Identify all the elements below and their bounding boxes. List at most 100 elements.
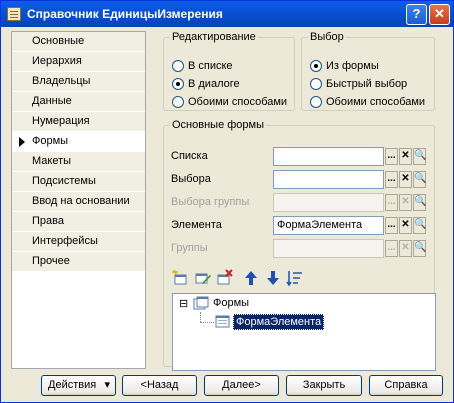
- sort-icon[interactable]: [286, 269, 304, 287]
- tab-interfaces[interactable]: Интерфейсы: [12, 232, 145, 252]
- dialog-window: Справочник ЕдиницыИзмерения ? ✕ Основные…: [0, 0, 454, 403]
- main-forms-legend: Основные формы: [172, 119, 265, 131]
- element-form-input[interactable]: ФормаЭлемента: [273, 216, 384, 235]
- radio-circle-icon: [310, 96, 322, 108]
- radio-choice-quick[interactable]: Быстрый выбор: [310, 77, 407, 91]
- section-tabs: Основные Иерархия Владельцы Данные Нумер…: [11, 31, 146, 369]
- tab-label: Ввод на основании: [32, 195, 130, 207]
- select-button: ...: [385, 240, 398, 257]
- tree-expander-icon[interactable]: ⊟: [179, 297, 188, 310]
- radio-edit-in-list[interactable]: В списке: [172, 59, 233, 73]
- group-form-field: Группы ... ✕ 🔍: [168, 239, 428, 258]
- move-up-icon[interactable]: [242, 269, 260, 287]
- tab-other[interactable]: Прочее: [12, 252, 145, 272]
- choice-legend: Выбор: [310, 31, 344, 43]
- select-button[interactable]: ...: [385, 148, 398, 165]
- field-label: Группы: [171, 242, 208, 254]
- field-label: Выбора группы: [171, 196, 250, 208]
- clear-icon[interactable]: ✕: [399, 148, 412, 165]
- radio-label: Быстрый выбор: [326, 78, 408, 90]
- tab-input-based-on[interactable]: Ввод на основании: [12, 192, 145, 212]
- radio-label: Из формы: [326, 60, 379, 72]
- close-window-button[interactable]: ✕: [429, 4, 450, 25]
- help-title-button[interactable]: ?: [406, 4, 427, 25]
- tab-label: Нумерация: [32, 115, 90, 127]
- radio-label: В диалоге: [188, 78, 240, 90]
- select-button: ...: [385, 194, 398, 211]
- tab-rights[interactable]: Права: [12, 212, 145, 232]
- active-tab-arrow-icon: [19, 137, 25, 147]
- clear-icon[interactable]: ✕: [399, 171, 412, 188]
- group-form-input: [273, 239, 384, 258]
- clear-icon[interactable]: ✕: [399, 217, 412, 234]
- tree-item-element-form[interactable]: ФормаЭлемента: [233, 314, 325, 330]
- tab-owners[interactable]: Владельцы: [12, 72, 145, 92]
- open-magnifier-icon[interactable]: 🔍: [413, 217, 426, 234]
- tree-connector: [200, 312, 201, 322]
- group-choice-form-field: Выбора группы ... ✕ 🔍: [168, 193, 428, 212]
- tab-label: Прочее: [32, 255, 70, 267]
- edit-icon[interactable]: [194, 269, 212, 287]
- editing-group: Редактирование В списке В диалоге Обоими…: [163, 31, 295, 111]
- open-magnifier-icon[interactable]: 🔍: [413, 171, 426, 188]
- radio-selected-icon: [172, 78, 184, 90]
- list-form-field: Списка ... ✕ 🔍: [168, 147, 428, 166]
- back-button[interactable]: <Назад: [122, 375, 197, 396]
- tab-forms[interactable]: Формы: [12, 132, 145, 152]
- tree-root-label[interactable]: Формы: [213, 297, 249, 309]
- move-down-icon[interactable]: [264, 269, 282, 287]
- window-title: Справочник ЕдиницыИзмерения: [27, 7, 223, 21]
- tab-label: Подсистемы: [32, 175, 96, 187]
- field-label: Выбора: [171, 173, 211, 185]
- actions-button[interactable]: Действия ▾: [41, 375, 116, 396]
- tab-label: Права: [32, 215, 64, 227]
- next-button[interactable]: Далее>: [204, 375, 279, 396]
- title-bar[interactable]: Справочник ЕдиницыИзмерения ? ✕: [1, 1, 453, 27]
- tab-label: Интерфейсы: [32, 235, 98, 247]
- catalog-icon: [7, 7, 21, 21]
- help-button[interactable]: Справка: [369, 375, 443, 396]
- main-forms-group: Основные формы Списка ... ✕ 🔍 Выбора ...…: [163, 119, 436, 371]
- tab-hierarchy[interactable]: Иерархия: [12, 52, 145, 72]
- radio-choice-both[interactable]: Обоими способами: [310, 95, 425, 109]
- radio-edit-in-dialog[interactable]: В диалоге: [172, 77, 240, 91]
- form-icon: [215, 315, 230, 328]
- element-form-field: Элемента ФормаЭлемента ... ✕ 🔍: [168, 216, 428, 235]
- radio-label: В списке: [188, 60, 233, 72]
- field-label: Элемента: [171, 219, 222, 231]
- tab-subsystems[interactable]: Подсистемы: [12, 172, 145, 192]
- radio-choice-from-form[interactable]: Из формы: [310, 59, 379, 73]
- radio-circle-icon: [310, 78, 322, 90]
- tab-label: Иерархия: [32, 55, 82, 67]
- open-magnifier-icon[interactable]: 🔍: [413, 148, 426, 165]
- close-button[interactable]: Закрыть: [286, 375, 362, 396]
- choice-form-input[interactable]: [273, 170, 384, 189]
- clear-icon: ✕: [399, 240, 412, 257]
- list-form-input[interactable]: [273, 147, 384, 166]
- field-label: Списка: [171, 150, 208, 162]
- radio-edit-both[interactable]: Обоими способами: [172, 95, 287, 109]
- tab-templates[interactable]: Макеты: [12, 152, 145, 172]
- tab-data[interactable]: Данные: [12, 92, 145, 112]
- add-icon[interactable]: [172, 269, 190, 287]
- radio-selected-icon: [310, 60, 322, 72]
- group-choice-form-input: [273, 193, 384, 212]
- choice-form-field: Выбора ... ✕ 🔍: [168, 170, 428, 189]
- forms-tree[interactable]: ⊟ Формы ФормаЭлемента: [172, 293, 436, 371]
- select-button[interactable]: ...: [385, 171, 398, 188]
- open-magnifier-icon: 🔍: [413, 194, 426, 211]
- tab-label: Владельцы: [32, 75, 91, 87]
- delete-icon[interactable]: [216, 269, 234, 287]
- editing-legend: Редактирование: [172, 31, 256, 43]
- forms-folder-icon: [193, 296, 209, 310]
- radio-label: Обоими способами: [188, 96, 288, 108]
- tab-label: Данные: [32, 95, 72, 107]
- actions-label: Действия: [48, 379, 97, 391]
- select-button[interactable]: ...: [385, 217, 398, 234]
- bottom-button-bar: Действия ▾ <Назад Далее> Закрыть Справка: [1, 373, 453, 403]
- tab-main[interactable]: Основные: [12, 32, 145, 52]
- radio-circle-icon: [172, 96, 184, 108]
- tree-connector: [200, 322, 214, 323]
- tab-label: Макеты: [32, 155, 72, 167]
- tab-numbering[interactable]: Нумерация: [12, 112, 145, 132]
